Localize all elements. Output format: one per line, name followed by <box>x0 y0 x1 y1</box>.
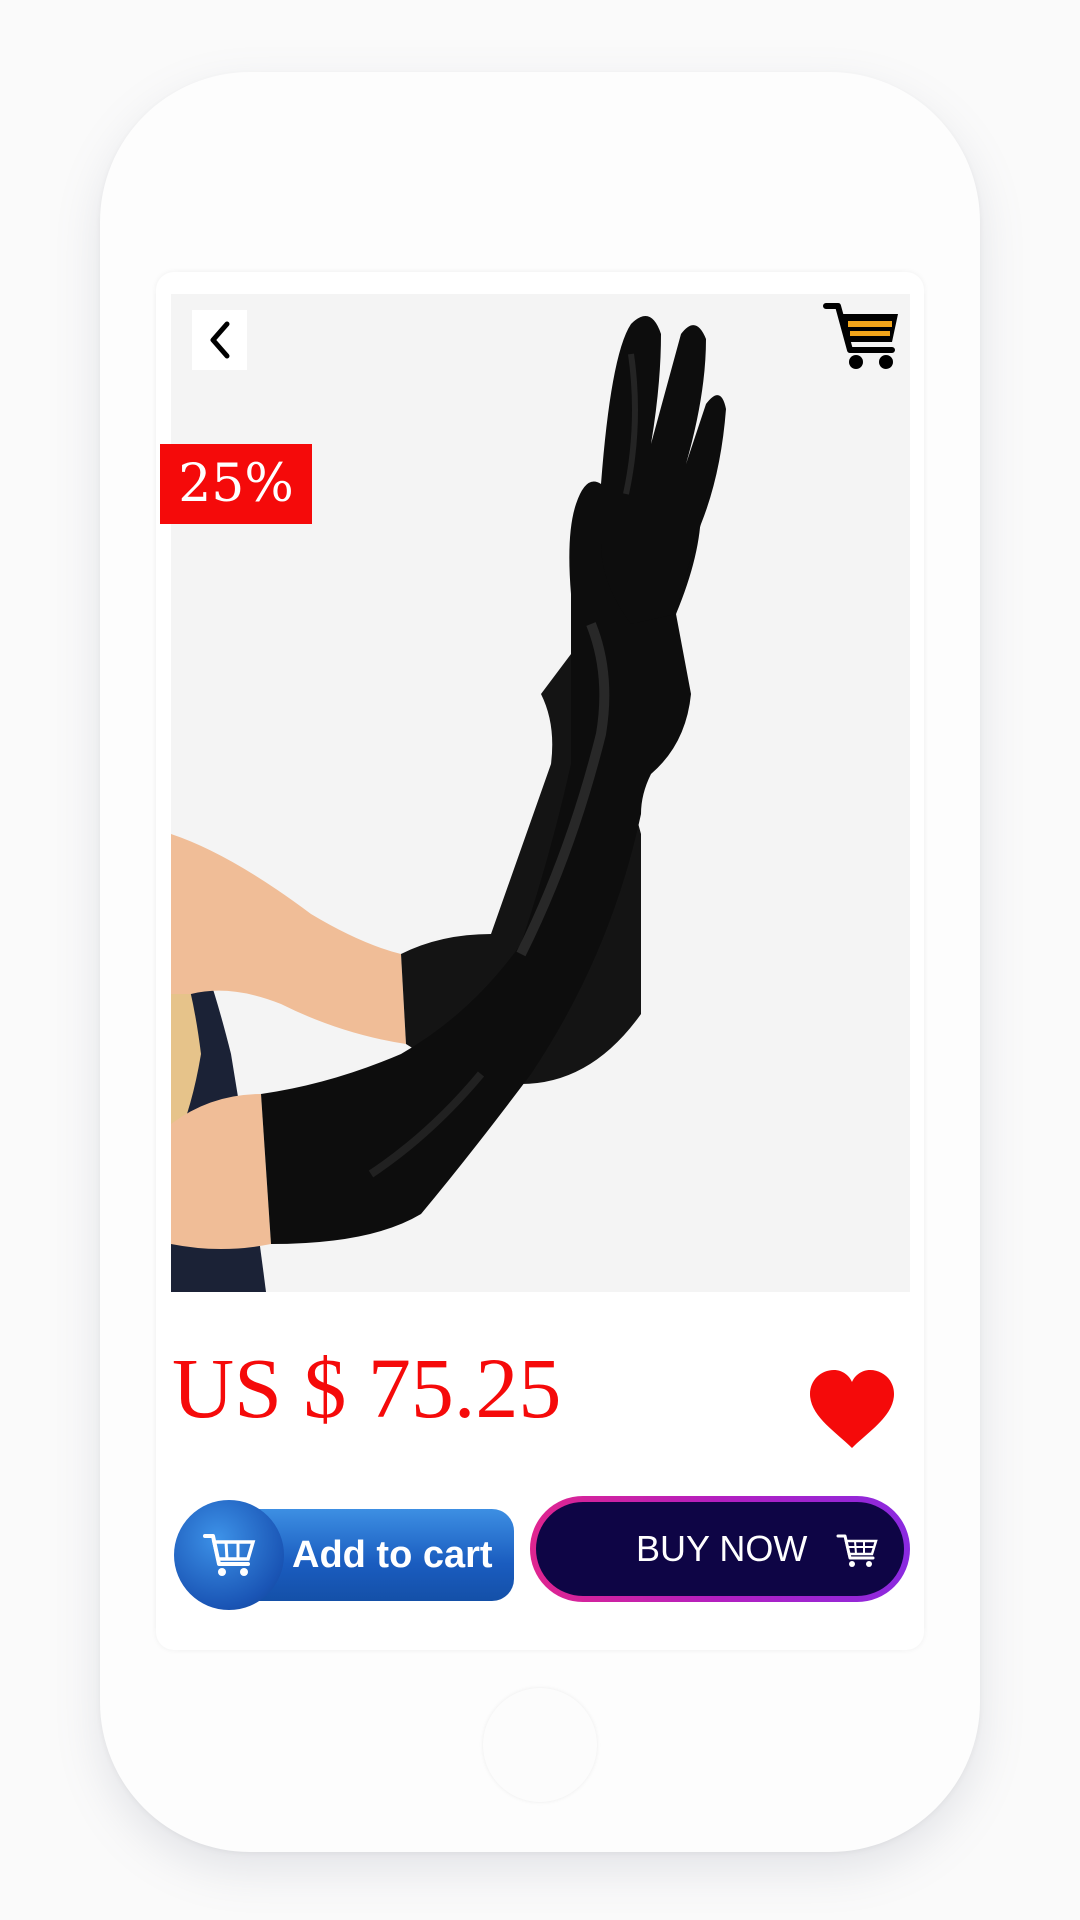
add-to-cart-label: Add to cart <box>292 1534 493 1576</box>
discount-badge: 25% <box>160 444 312 524</box>
buy-now-label: BUY NOW <box>636 1528 808 1569</box>
shopping-cart-icon <box>823 303 898 369</box>
chevron-left-icon <box>210 321 229 359</box>
buy-now-inner: BUY NOW <box>536 1502 904 1596</box>
cart-button[interactable] <box>822 300 902 372</box>
home-button[interactable] <box>483 1688 597 1802</box>
add-to-cart-circle <box>174 1500 284 1610</box>
wishlist-button[interactable] <box>806 1368 898 1450</box>
add-to-cart-button[interactable]: Add to cart <box>174 1500 514 1610</box>
cart-icon <box>836 1534 878 1567</box>
buy-now-button[interactable]: BUY NOW <box>530 1496 910 1602</box>
heart-icon <box>810 1370 894 1448</box>
back-button[interactable] <box>192 310 247 370</box>
cart-icon <box>203 1534 256 1576</box>
product-price: US $ 75.25 <box>172 1340 562 1436</box>
